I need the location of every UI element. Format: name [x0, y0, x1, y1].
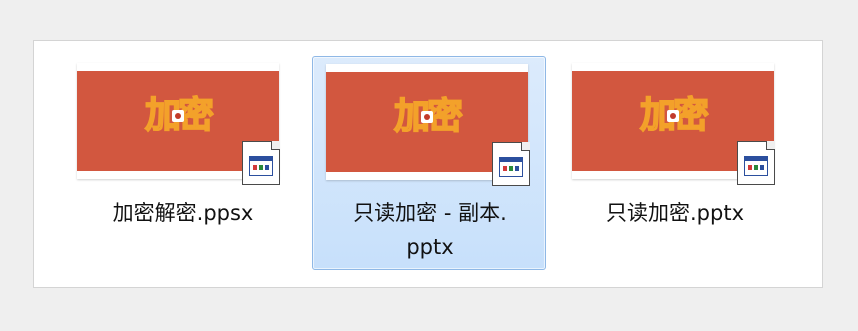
- file-item-pptx[interactable]: 加密 只读加密.pptx: [568, 63, 782, 243]
- presentation-file-icon: [492, 142, 530, 186]
- thumbnail-center-badge: [172, 110, 184, 122]
- file-name: 只读加密.pptx: [606, 201, 744, 225]
- presentation-file-icon: [737, 141, 775, 185]
- presentation-file-icon: [242, 141, 280, 185]
- thumbnail-center-badge: [421, 111, 433, 123]
- thumbnail-center-badge: [667, 110, 679, 122]
- file-name-line-1: 只读加密 - 副本.: [353, 201, 507, 225]
- file-view-pane: 加密 加密解密.ppsx 加密 只读加密 - 副本. pptx 加密 只读加密.…: [33, 40, 823, 288]
- file-item-ppsx[interactable]: 加密 加密解密.ppsx: [76, 63, 290, 243]
- file-name-line-2: pptx: [406, 235, 454, 259]
- file-item-pptx-copy[interactable]: 加密 只读加密 - 副本. pptx: [312, 56, 546, 270]
- file-name: 加密解密.ppsx: [112, 201, 254, 225]
